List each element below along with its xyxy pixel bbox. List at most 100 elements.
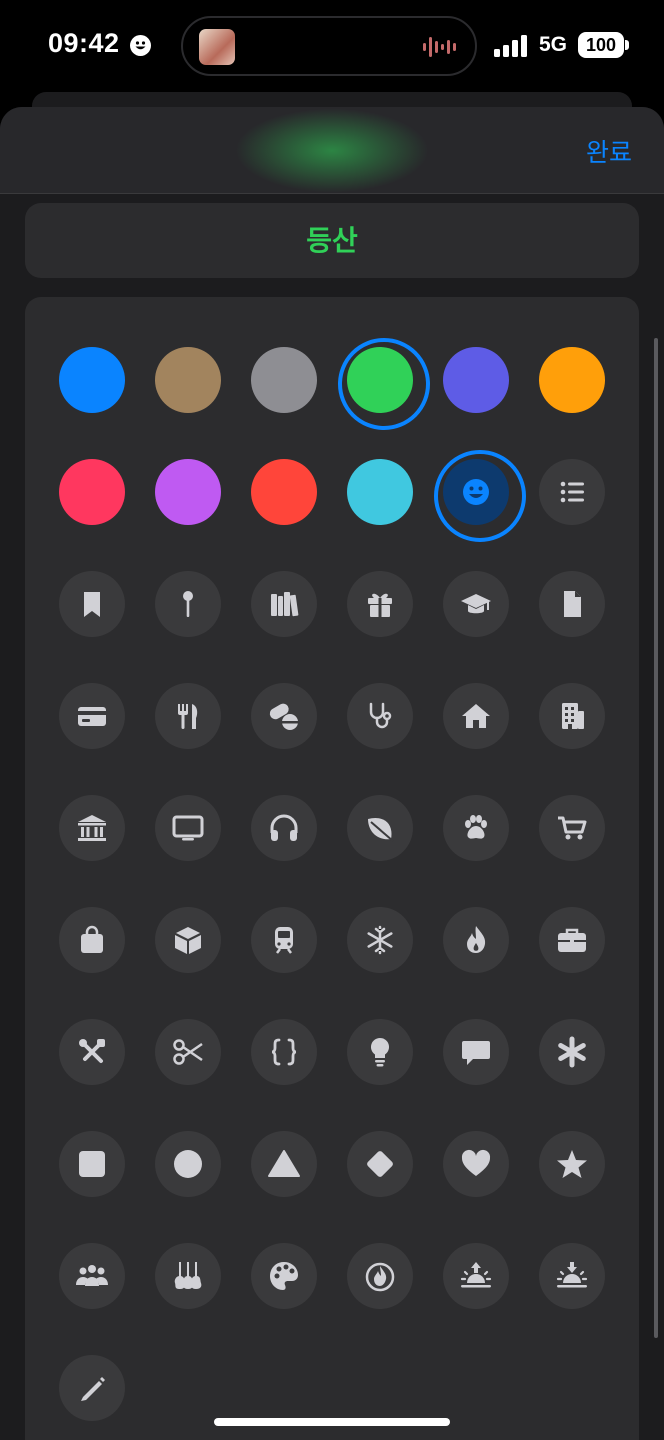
icon-option-house[interactable] (443, 683, 509, 749)
pills-icon (269, 703, 298, 730)
icon-option-fork-knife[interactable] (155, 683, 221, 749)
list-name-field[interactable]: 등산 (25, 203, 639, 278)
circle-icon (174, 1150, 202, 1178)
home-indicator[interactable] (214, 1418, 450, 1426)
credit-card-icon (78, 707, 106, 726)
campfire-icon (365, 1262, 395, 1292)
icon-option-headphones[interactable] (251, 795, 317, 861)
gift-icon (368, 593, 392, 617)
icon-option-guitars[interactable] (155, 1243, 221, 1309)
bag-icon (81, 925, 103, 953)
icon-option-star[interactable] (539, 1131, 605, 1197)
snowflake-icon (367, 925, 393, 955)
color-swatch-cyan[interactable] (347, 459, 413, 525)
icon-option-credit-card[interactable] (59, 683, 125, 749)
icon-option-asterisk[interactable] (539, 1019, 605, 1085)
icon-option-flame[interactable] (443, 907, 509, 973)
audio-waveform-icon (423, 37, 456, 57)
focus-smiley-icon (130, 35, 151, 56)
icon-option-list-bullet[interactable] (539, 459, 605, 525)
color-swatch-indigo[interactable] (443, 347, 509, 413)
color-swatch-green[interactable] (338, 338, 430, 430)
color-swatch-blue[interactable] (59, 347, 125, 413)
document-icon (564, 591, 581, 617)
triangle-icon (268, 1150, 300, 1177)
paw-icon (465, 815, 487, 839)
icon-option-tv[interactable] (155, 795, 221, 861)
icon-option-pills[interactable] (251, 683, 317, 749)
icon-option-people[interactable] (59, 1243, 125, 1309)
headphones-icon (270, 814, 298, 841)
icon-option-pin[interactable] (155, 571, 221, 637)
icon-option-speech-bubble[interactable] (443, 1019, 509, 1085)
network-type: 5G (539, 33, 568, 56)
tools-icon (79, 1039, 105, 1063)
icon-option-books[interactable] (251, 571, 317, 637)
icon-option-document[interactable] (539, 571, 605, 637)
icon-option-curly-braces[interactable] (251, 1019, 317, 1085)
sunset-icon (556, 1262, 588, 1288)
scroll-indicator[interactable] (654, 338, 658, 1338)
icon-option-cart[interactable] (539, 795, 605, 861)
now-playing-artwork (199, 29, 235, 65)
icon-option-smiley[interactable] (434, 450, 526, 542)
tv-icon (172, 815, 204, 841)
sheet-header: 완료 (0, 107, 664, 194)
done-button[interactable]: 완료 (586, 133, 632, 169)
icon-option-square[interactable] (59, 1131, 125, 1197)
color-swatch-gray[interactable] (251, 347, 317, 413)
color-swatch-red[interactable] (251, 459, 317, 525)
list-icon-preview (232, 107, 432, 194)
sunrise-icon (460, 1262, 492, 1288)
dynamic-island[interactable] (181, 16, 477, 76)
icon-option-paw[interactable] (443, 795, 509, 861)
icon-option-sunset[interactable] (539, 1243, 605, 1309)
bank-icon (78, 815, 106, 841)
icon-option-circle[interactable] (155, 1131, 221, 1197)
color-swatch-orange[interactable] (539, 347, 605, 413)
battery-icon: 100 (578, 32, 624, 58)
icon-option-briefcase[interactable] (539, 907, 605, 973)
icon-option-lightbulb[interactable] (347, 1019, 413, 1085)
icon-option-palette[interactable] (251, 1243, 317, 1309)
icon-option-stethoscope[interactable] (347, 683, 413, 749)
cart-icon (558, 816, 587, 840)
icon-option-bookmark[interactable] (59, 571, 125, 637)
icon-option-heart[interactable] (443, 1131, 509, 1197)
battery-cap (625, 40, 629, 50)
icon-option-bag[interactable] (59, 907, 125, 973)
color-swatch-brown[interactable] (155, 347, 221, 413)
icon-option-campfire[interactable] (347, 1243, 413, 1309)
icon-option-gift[interactable] (347, 571, 413, 637)
icon-option-train[interactable] (251, 907, 317, 973)
box-icon (175, 927, 201, 954)
icon-option-pencil[interactable] (59, 1355, 125, 1421)
list-bullet-icon (560, 481, 584, 503)
icon-option-sunrise[interactable] (443, 1243, 509, 1309)
icon-option-building[interactable] (539, 683, 605, 749)
color-icon-grid (59, 338, 605, 1421)
icon-option-diamond[interactable] (347, 1131, 413, 1197)
guitars-icon (174, 1262, 202, 1289)
icon-option-scissors[interactable] (155, 1019, 221, 1085)
briefcase-icon (558, 928, 586, 952)
icon-option-bank[interactable] (59, 795, 125, 861)
star-icon (557, 1150, 587, 1178)
building-icon (562, 703, 584, 729)
books-icon (271, 592, 299, 617)
curly-braces-icon (271, 1038, 297, 1066)
icon-option-tools[interactable] (59, 1019, 125, 1085)
house-icon (462, 704, 490, 728)
cellular-signal-icon (494, 35, 527, 57)
diamond-icon (367, 1151, 393, 1177)
palette-icon (270, 1262, 298, 1290)
icon-option-triangle[interactable] (251, 1131, 317, 1197)
icon-option-snowflake[interactable] (347, 907, 413, 973)
icon-option-graduation-cap[interactable] (443, 571, 509, 637)
scissors-icon (173, 1039, 203, 1065)
heart-icon (461, 1149, 491, 1176)
icon-option-box[interactable] (155, 907, 221, 973)
color-swatch-purple[interactable] (155, 459, 221, 525)
icon-option-leaf[interactable] (347, 795, 413, 861)
color-swatch-pink[interactable] (59, 459, 125, 525)
